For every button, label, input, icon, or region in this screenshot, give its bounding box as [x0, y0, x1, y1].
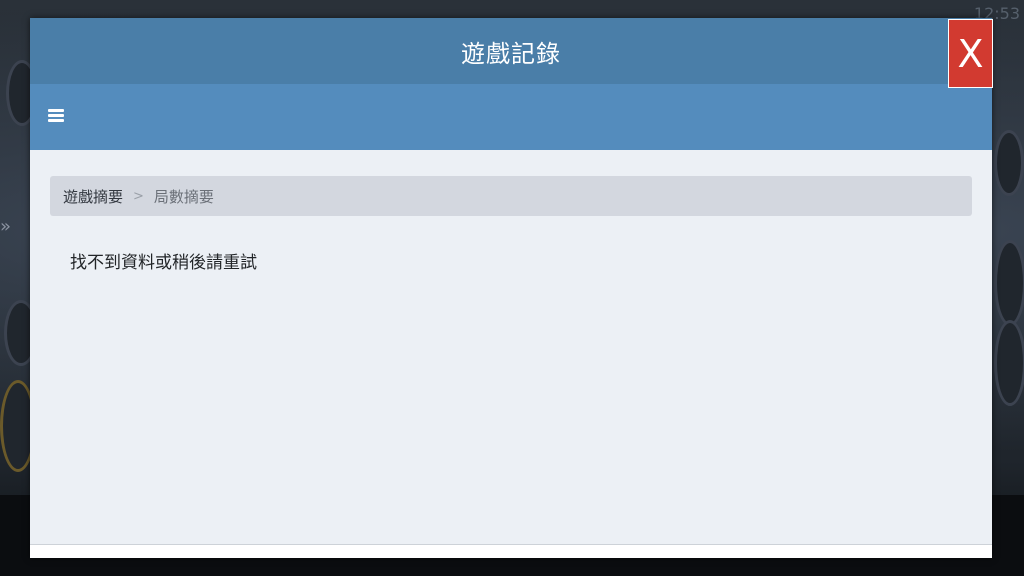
- breadcrumb: 遊戲摘要 > 局數摘要: [50, 176, 972, 216]
- background-game-token: [994, 130, 1024, 196]
- breadcrumb-separator: >: [133, 188, 144, 204]
- no-data-message: 找不到資料或稍後請重試: [70, 253, 257, 273]
- background-game-token: [994, 320, 1024, 406]
- nav-bar: [30, 84, 992, 150]
- background-game-token: [994, 240, 1024, 326]
- close-button[interactable]: X: [948, 19, 993, 88]
- hamburger-menu-icon[interactable]: [48, 106, 68, 126]
- modal-title: 遊戲記錄: [461, 39, 561, 68]
- double-chevron-right-icon: »: [0, 216, 11, 237]
- breadcrumb-current: 局數摘要: [153, 187, 214, 206]
- game-history-modal: 遊戲記錄 遊戲摘要 > 局數摘要 找不到資料或稍後請重試: [30, 18, 992, 558]
- modal-footer: [30, 545, 992, 558]
- breadcrumb-game-summary-link[interactable]: 遊戲摘要: [63, 186, 123, 207]
- modal-header: 遊戲記錄: [30, 18, 992, 84]
